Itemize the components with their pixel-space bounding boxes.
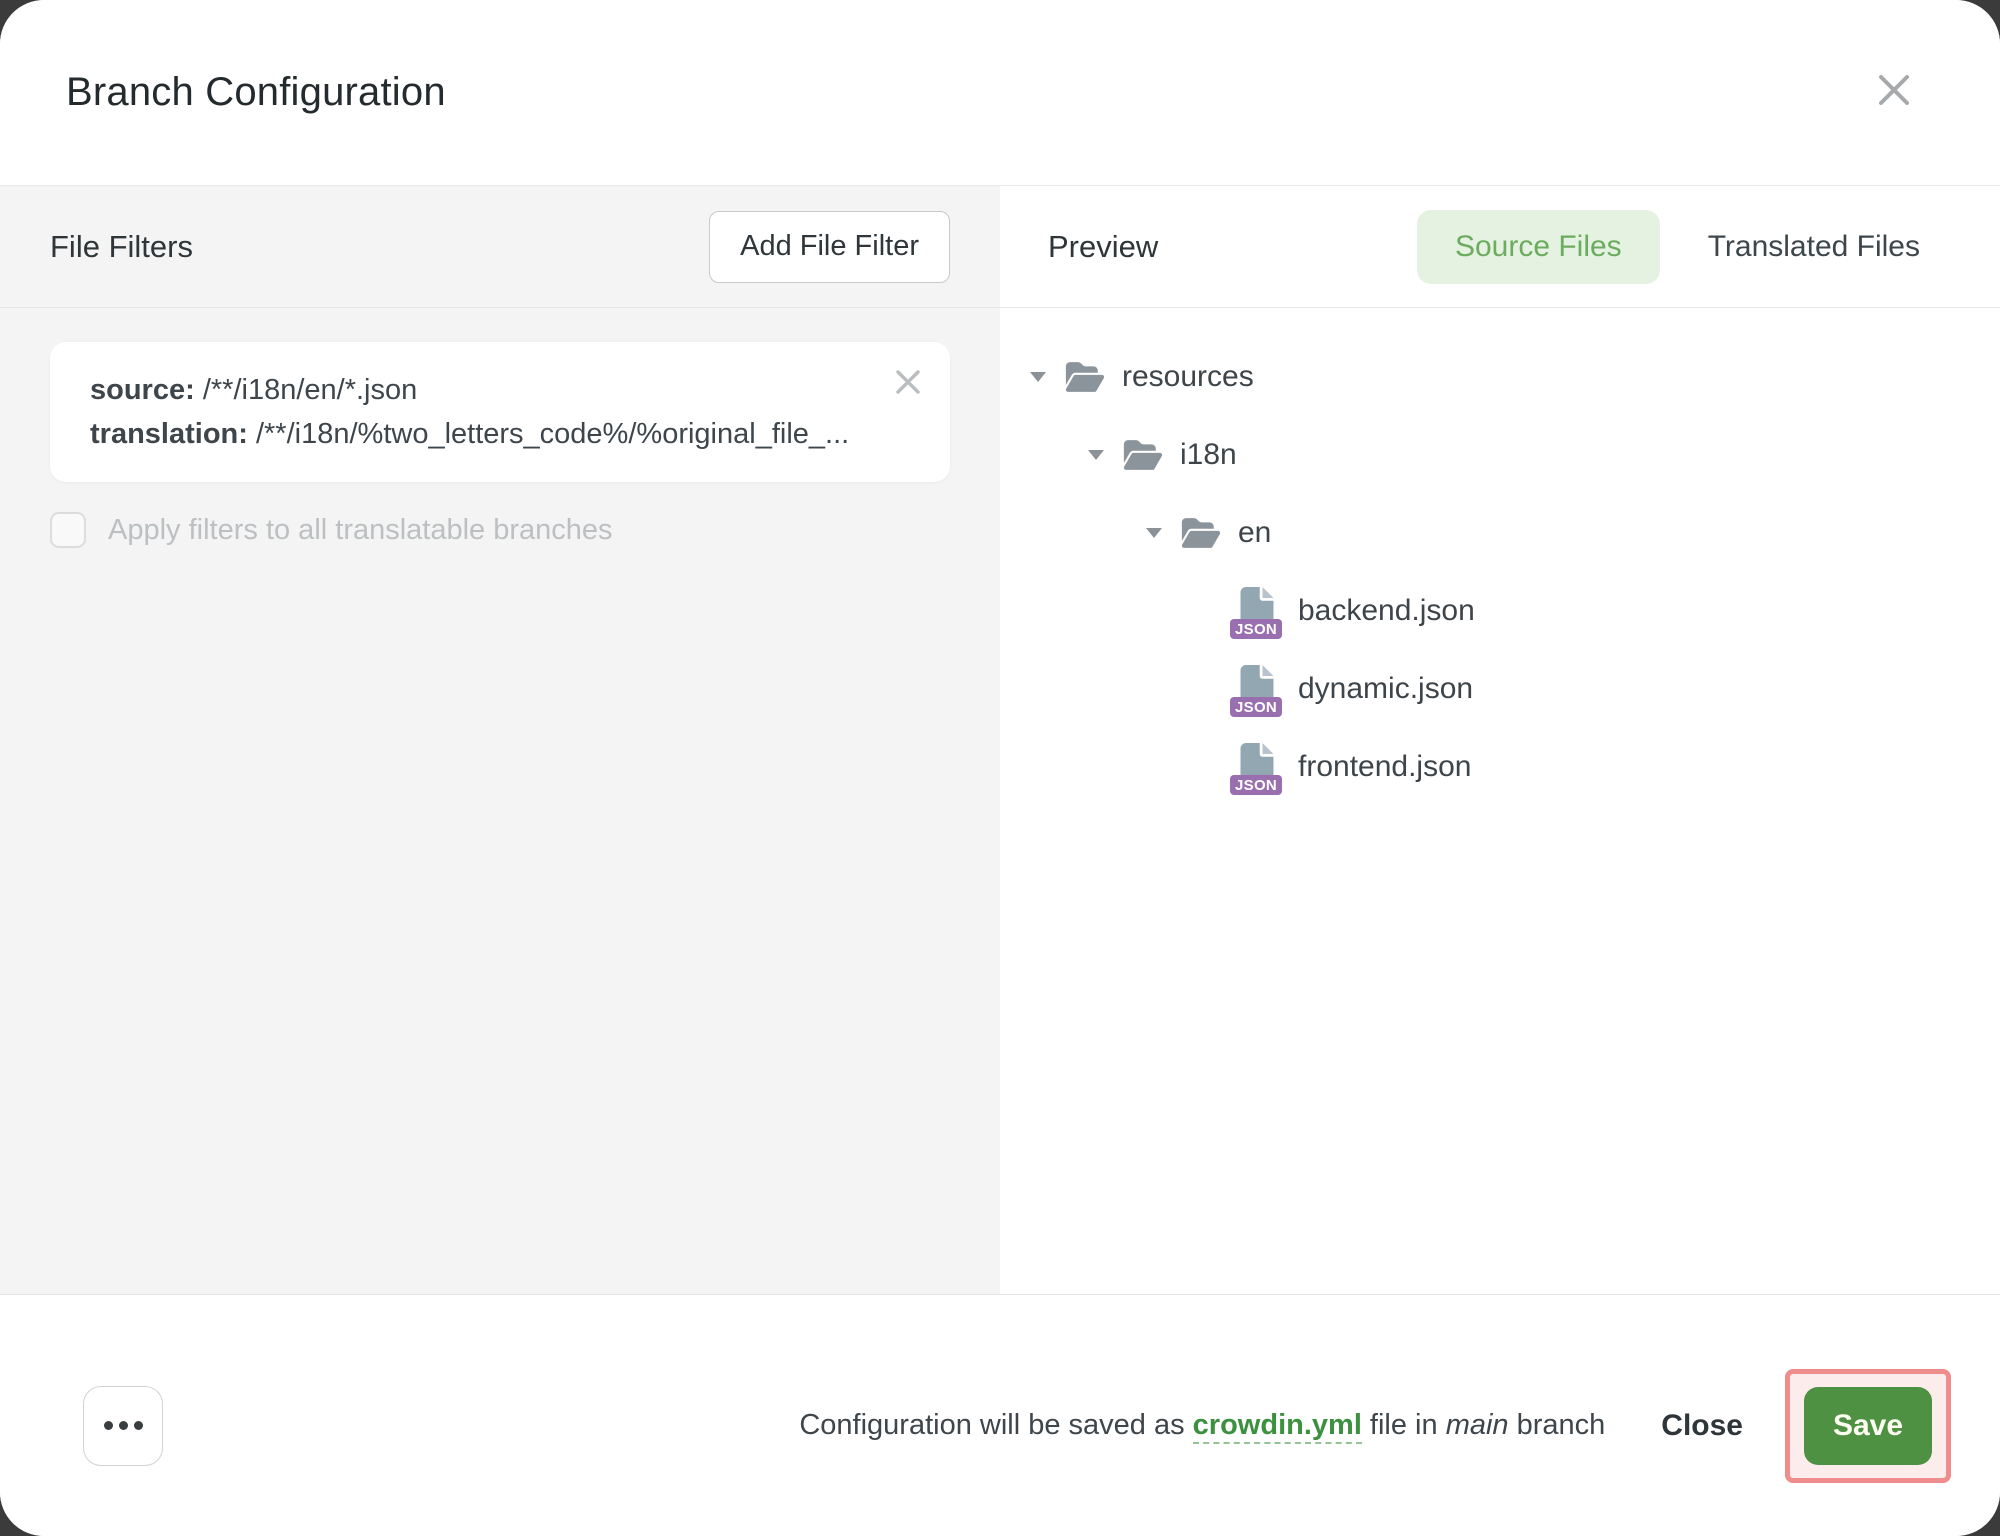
more-options-button[interactable] [83, 1386, 163, 1466]
add-file-filter-button[interactable]: Add File Filter [709, 211, 950, 283]
tree-row-folder-i18n[interactable]: i18n [1000, 416, 2000, 494]
file-icon: JSON [1238, 665, 1276, 713]
modal-footer: Configuration will be saved as crowdin.y… [0, 1294, 2000, 1536]
modal-header: Branch Configuration [0, 0, 2000, 186]
tree-row-file-dynamic[interactable]: JSON dynamic.json [1000, 650, 2000, 728]
folder-open-icon [1180, 516, 1222, 550]
file-tree: resources i18n en JSON [1000, 308, 2000, 806]
ellipsis-icon [104, 1421, 143, 1430]
tab-translated-files[interactable]: Translated Files [1708, 230, 1920, 264]
chevron-down-icon[interactable] [1146, 528, 1162, 538]
apply-filters-label: Apply filters to all translatable branch… [108, 514, 613, 547]
tree-label: backend.json [1298, 594, 1475, 628]
modal-title: Branch Configuration [66, 70, 446, 115]
preview-tabs: Source Files Translated Files [1417, 210, 1920, 284]
file-filters-title: File Filters [50, 229, 193, 265]
modal-close-button[interactable] [1870, 66, 1918, 114]
file-filters-content: source: /**/i18n/en/*.json translation: … [0, 308, 1000, 548]
tab-source-files[interactable]: Source Files [1417, 210, 1660, 284]
preview-title: Preview [1048, 229, 1158, 265]
tree-label: frontend.json [1298, 750, 1471, 784]
file-filter-card[interactable]: source: /**/i18n/en/*.json translation: … [50, 342, 950, 482]
modal-body: File Filters Add File Filter source: /**… [0, 186, 2000, 1294]
crowdin-yml-link[interactable]: crowdin.yml [1193, 1409, 1362, 1444]
note-middle: file in [1362, 1409, 1446, 1441]
tree-row-file-backend[interactable]: JSON backend.json [1000, 572, 2000, 650]
filter-translation-value: /**/i18n/%two_letters_code%/%original_fi… [248, 418, 849, 450]
note-prefix: Configuration will be saved as [799, 1409, 1192, 1441]
folder-open-icon [1064, 360, 1106, 394]
json-badge: JSON [1230, 697, 1282, 717]
filter-translation-key: translation: [90, 418, 248, 450]
save-button[interactable]: Save [1804, 1387, 1932, 1465]
tree-label: dynamic.json [1298, 672, 1473, 706]
note-suffix: branch [1509, 1409, 1606, 1441]
preview-panel: Preview Source Files Translated Files re… [1000, 186, 2000, 1294]
json-badge: JSON [1230, 619, 1282, 639]
json-badge: JSON [1230, 775, 1282, 795]
preview-header: Preview Source Files Translated Files [1000, 186, 2000, 308]
save-button-highlight: Save [1785, 1369, 1951, 1483]
filter-translation-line: translation: /**/i18n/%two_letters_code%… [90, 412, 860, 456]
file-filters-header: File Filters Add File Filter [0, 186, 1000, 308]
file-filters-panel: File Filters Add File Filter source: /**… [0, 186, 1000, 1294]
remove-filter-button[interactable] [890, 364, 926, 400]
save-location-note: Configuration will be saved as crowdin.y… [799, 1409, 1605, 1442]
chevron-down-icon[interactable] [1030, 372, 1046, 382]
tree-row-folder-resources[interactable]: resources [1000, 338, 2000, 416]
tree-row-file-frontend[interactable]: JSON frontend.json [1000, 728, 2000, 806]
filter-source-value: /**/i18n/en/*.json [195, 374, 417, 406]
file-icon: JSON [1238, 587, 1276, 635]
tree-label: en [1238, 516, 1271, 550]
tree-row-folder-en[interactable]: en [1000, 494, 2000, 572]
close-icon [1875, 71, 1913, 109]
folder-open-icon [1122, 438, 1164, 472]
chevron-down-icon[interactable] [1088, 450, 1104, 460]
tree-label: resources [1122, 360, 1254, 394]
apply-filters-checkbox[interactable] [50, 512, 86, 548]
close-icon [894, 368, 922, 396]
branch-configuration-modal: Branch Configuration File Filters Add Fi… [0, 0, 2000, 1536]
apply-filters-row: Apply filters to all translatable branch… [50, 512, 950, 548]
tree-label: i18n [1180, 438, 1237, 472]
close-button[interactable]: Close [1661, 1409, 1743, 1443]
file-icon: JSON [1238, 743, 1276, 791]
note-branch-name: main [1446, 1409, 1509, 1441]
filter-source-line: source: /**/i18n/en/*.json [90, 368, 860, 412]
filter-source-key: source: [90, 374, 195, 406]
